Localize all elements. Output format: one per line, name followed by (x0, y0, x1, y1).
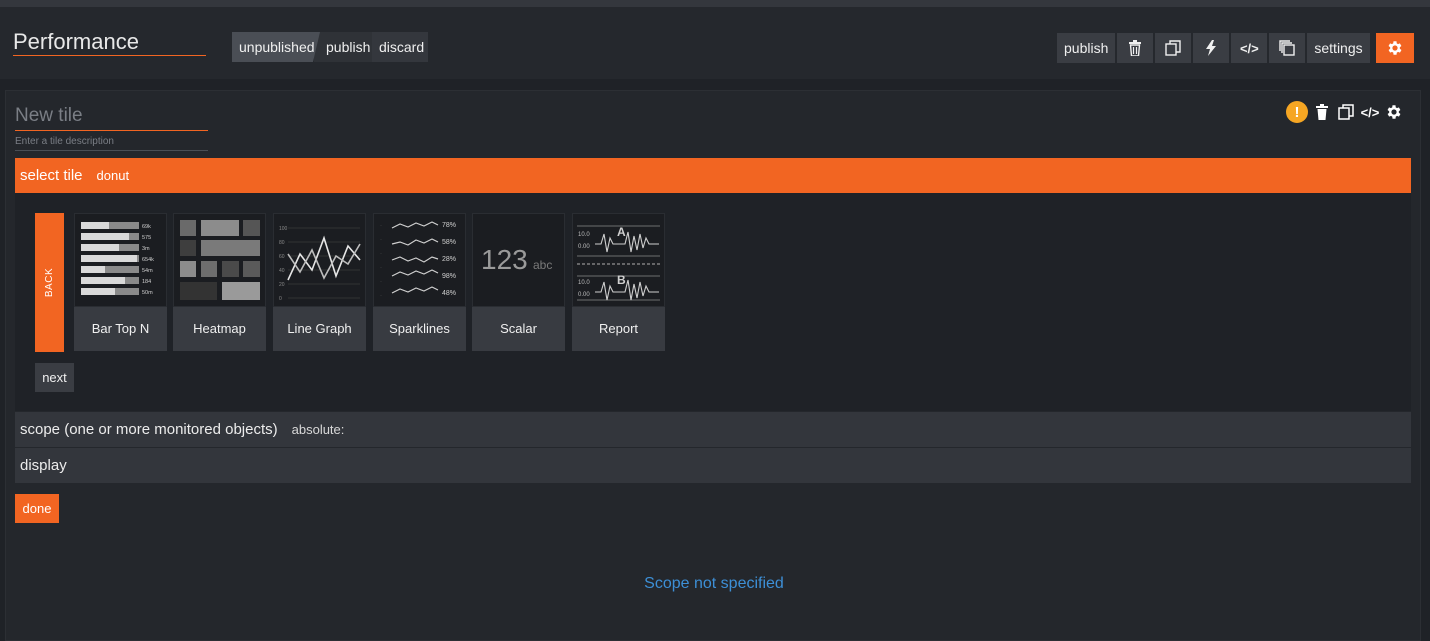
discard-button[interactable]: discard (372, 32, 428, 62)
report-thumb-letter: B (617, 273, 626, 287)
line-thumb-axis: 20 (279, 282, 285, 288)
scope-label: scope (one or more monitored objects) (20, 421, 278, 438)
actions-button[interactable] (1193, 33, 1230, 63)
line-thumb-axis: 80 (279, 240, 285, 246)
tile-option-sparklines[interactable]: ............ 78% 58% 28% 98% 48% Sparkli… (373, 213, 466, 351)
settings-button[interactable]: settings (1307, 33, 1370, 63)
display-section[interactable]: display (15, 448, 1411, 483)
scope-value: absolute: (291, 422, 345, 437)
tile-toolbar: ! </> (1286, 101, 1404, 123)
copy-tile-button[interactable] (1336, 101, 1356, 123)
svg-text:..: .. (380, 292, 382, 297)
heatmap-thumbnail (173, 213, 266, 307)
tile-option-label: Heatmap (193, 321, 246, 336)
tile-option-line-graph[interactable]: 100 80 60 40 20 0 Line Graph (273, 213, 366, 351)
report-thumb-value: 10.0 (578, 232, 590, 238)
scalar-thumb-unit: abc (533, 258, 552, 272)
scalar-thumbnail: 123 abc (472, 213, 565, 307)
tile-option-label: Scalar (500, 321, 537, 336)
publish-status-button[interactable]: publish (314, 32, 372, 62)
bar-thumb-value: 69k (142, 224, 151, 230)
line-thumb-axis: 60 (279, 254, 285, 260)
scope-section[interactable]: scope (one or more monitored objects) ab… (15, 412, 1411, 447)
sparkline-thumb-value: 48% (442, 290, 456, 297)
unpublished-status: unpublished (232, 32, 320, 62)
tile-editor-panel: New tile Enter a tile description ! </> (5, 90, 1421, 641)
report-thumb-value: 10.0 (578, 280, 590, 286)
svg-text:..: .. (380, 264, 382, 269)
done-button[interactable]: done (15, 494, 59, 523)
gear-icon (1388, 41, 1402, 55)
line-thumb-axis: 100 (279, 226, 288, 232)
tile-type-gallery: BACK 69k 575 3m 654k 54m 184 50m Bar Top… (15, 193, 1411, 411)
bar-thumb-value: 184 (142, 279, 151, 285)
delete-dashboard-button[interactable] (1117, 33, 1154, 63)
gear-icon (1387, 105, 1401, 119)
line-thumb-axis: 0 (279, 296, 282, 302)
scalar-thumb-number: 123 (481, 244, 528, 275)
svg-text:..: .. (380, 222, 382, 227)
publish-button[interactable]: publish (1057, 33, 1116, 63)
code-icon: </> (1360, 104, 1380, 120)
warning-icon[interactable]: ! (1286, 101, 1308, 123)
copy-icon (1165, 40, 1182, 56)
lightning-icon (1206, 40, 1217, 56)
line-graph-thumbnail: 100 80 60 40 20 0 (273, 213, 366, 307)
code-icon: </> (1239, 40, 1259, 56)
clone-icon (1279, 40, 1296, 56)
scope-not-specified-message: Scope not specified (644, 575, 784, 592)
sparkline-thumb-value: 28% (442, 256, 456, 263)
report-thumb-letter: A (617, 225, 626, 239)
trash-icon (1129, 40, 1142, 56)
sparkline-thumb-value: 98% (442, 273, 456, 280)
page-title[interactable]: Performance (13, 29, 206, 56)
svg-text:..: .. (380, 278, 382, 283)
tile-settings-button[interactable] (1384, 101, 1404, 123)
tile-option-report[interactable]: 10.0 0.00 10.0 0.00 A B Report (572, 213, 665, 351)
gear-button[interactable] (1375, 33, 1414, 63)
tile-option-label: Report (598, 321, 639, 336)
back-button[interactable]: BACK (35, 213, 64, 352)
report-thumb-value: 0.00 (578, 292, 590, 298)
copy-icon (1338, 104, 1354, 120)
bar-thumb-value: 575 (142, 235, 151, 241)
svg-text:..: .. (380, 250, 382, 255)
bar-thumb-value: 3m (142, 246, 150, 252)
tile-option-label: Bar Top N (91, 321, 150, 336)
publish-status-group: unpublished publish discard (232, 32, 428, 62)
next-button[interactable]: next (35, 363, 74, 392)
select-tile-label: select tile (20, 167, 83, 184)
top-strip (0, 0, 1430, 7)
sparklines-thumbnail: ............ 78% 58% 28% 98% 48% (373, 213, 466, 307)
bar-top-n-thumbnail: 69k 575 3m 654k 54m 184 50m (74, 213, 167, 307)
select-tile-value: donut (96, 168, 130, 183)
select-tile-section[interactable]: select tile donut (15, 158, 1411, 193)
back-label: BACK (44, 267, 56, 298)
tile-option-bar-top-n[interactable]: 69k 575 3m 654k 54m 184 50m Bar Top N (74, 213, 167, 351)
tile-option-label: Sparklines (389, 321, 450, 336)
tile-option-heatmap[interactable]: Heatmap (173, 213, 266, 351)
trash-icon (1316, 104, 1328, 120)
bar-thumb-value: 54m (142, 268, 153, 274)
bar-thumb-value: 50m (142, 290, 153, 296)
tile-option-scalar[interactable]: 123 abc Scalar (472, 213, 565, 351)
embed-code-button[interactable]: </> (1231, 33, 1268, 63)
sparkline-thumb-value: 58% (442, 239, 456, 246)
dashboard-header: Performance unpublished publish discard … (0, 7, 1430, 79)
line-thumb-axis: 40 (279, 268, 285, 274)
report-thumb-value: 0.00 (578, 244, 590, 250)
copy-dashboard-button[interactable] (1155, 33, 1192, 63)
tile-code-button[interactable]: </> (1360, 101, 1380, 123)
sparkline-thumb-value: 78% (442, 222, 456, 229)
tile-description-input[interactable]: Enter a tile description (15, 135, 208, 151)
clone-dashboard-button[interactable] (1269, 33, 1306, 63)
tile-option-label: Line Graph (287, 321, 352, 336)
tile-title-input[interactable]: New tile (15, 104, 208, 131)
report-thumbnail: 10.0 0.00 10.0 0.00 A B (572, 213, 665, 307)
delete-tile-button[interactable] (1312, 101, 1332, 123)
bar-thumb-value: 654k (142, 257, 154, 263)
svg-text:..: .. (380, 236, 382, 241)
display-label: display (20, 457, 67, 474)
dashboard-toolbar: publish </> settings (1057, 33, 1414, 63)
